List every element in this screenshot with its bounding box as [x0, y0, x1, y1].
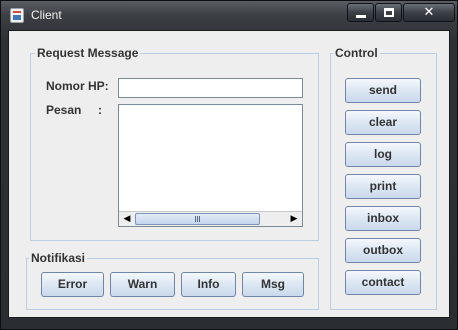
control-title: Control [333, 46, 380, 60]
close-icon: ✕ [423, 5, 435, 20]
content-panel: Request Message Nomor HP: Pesan : ◀ ▶ No… [8, 30, 450, 318]
request-message-title: Request Message [35, 46, 141, 60]
control-group: Control send clear log print inbox outbo… [330, 46, 437, 310]
minimize-button[interactable] [347, 3, 374, 22]
log-button[interactable]: log [345, 142, 421, 167]
request-message-group: Request Message Nomor HP: Pesan : ◀ ▶ [30, 46, 319, 241]
contact-button[interactable]: contact [345, 270, 421, 295]
msg-button[interactable]: Msg [242, 272, 304, 297]
inbox-button[interactable]: inbox [345, 206, 421, 231]
window-title: Client [31, 8, 62, 22]
grip-icon [195, 216, 200, 222]
outbox-button[interactable]: outbox [345, 238, 421, 263]
notifikasi-group: Notifikasi Error Warn Info Msg [26, 251, 319, 310]
clear-button[interactable]: clear [345, 110, 421, 135]
scrollbar-thumb[interactable] [135, 213, 260, 225]
message-scroll-pane: ◀ ▶ [118, 104, 303, 227]
caption-buttons: ✕ [347, 3, 455, 22]
error-button[interactable]: Error [41, 272, 104, 297]
message-label: Pesan : [46, 103, 103, 117]
arrow-right-icon[interactable]: ▶ [287, 213, 301, 225]
client-window: Client ✕ Request Message Nomor HP: Pesan… [0, 0, 458, 330]
send-button[interactable]: send [345, 78, 421, 103]
warn-button[interactable]: Warn [110, 272, 175, 297]
arrow-left-icon[interactable]: ◀ [120, 213, 134, 225]
title-bar[interactable]: Client ✕ [1, 1, 458, 31]
phone-input[interactable] [118, 78, 303, 98]
maximize-icon [384, 8, 394, 17]
message-textarea[interactable] [119, 105, 302, 211]
minimize-icon [356, 15, 366, 18]
phone-label: Nomor HP: [46, 79, 109, 93]
info-button[interactable]: Info [181, 272, 236, 297]
notifikasi-title: Notifikasi [29, 251, 88, 265]
java-app-icon [10, 8, 24, 23]
print-button[interactable]: print [345, 174, 421, 199]
maximize-button[interactable] [375, 3, 402, 22]
horizontal-scrollbar[interactable]: ◀ ▶ [119, 211, 302, 226]
close-button[interactable]: ✕ [403, 3, 455, 22]
